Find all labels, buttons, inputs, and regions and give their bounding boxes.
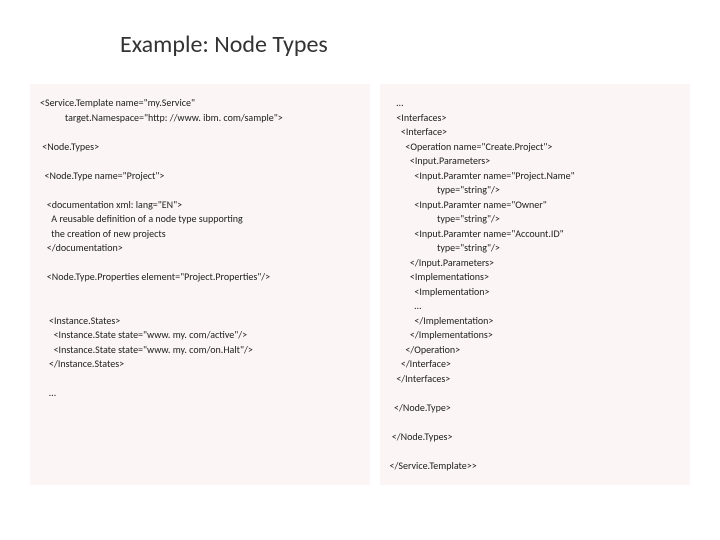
content-area: <Service.Template name="my.Service" targ… <box>30 84 690 485</box>
code-block-left: <Service.Template name="my.Service" targ… <box>30 84 370 485</box>
slide-title: Example: Node Types <box>120 30 690 59</box>
slide: Example: Node Types <Service.Template na… <box>0 0 720 540</box>
code-block-right: … <Interfaces> <Interface> <Operation na… <box>380 84 690 485</box>
